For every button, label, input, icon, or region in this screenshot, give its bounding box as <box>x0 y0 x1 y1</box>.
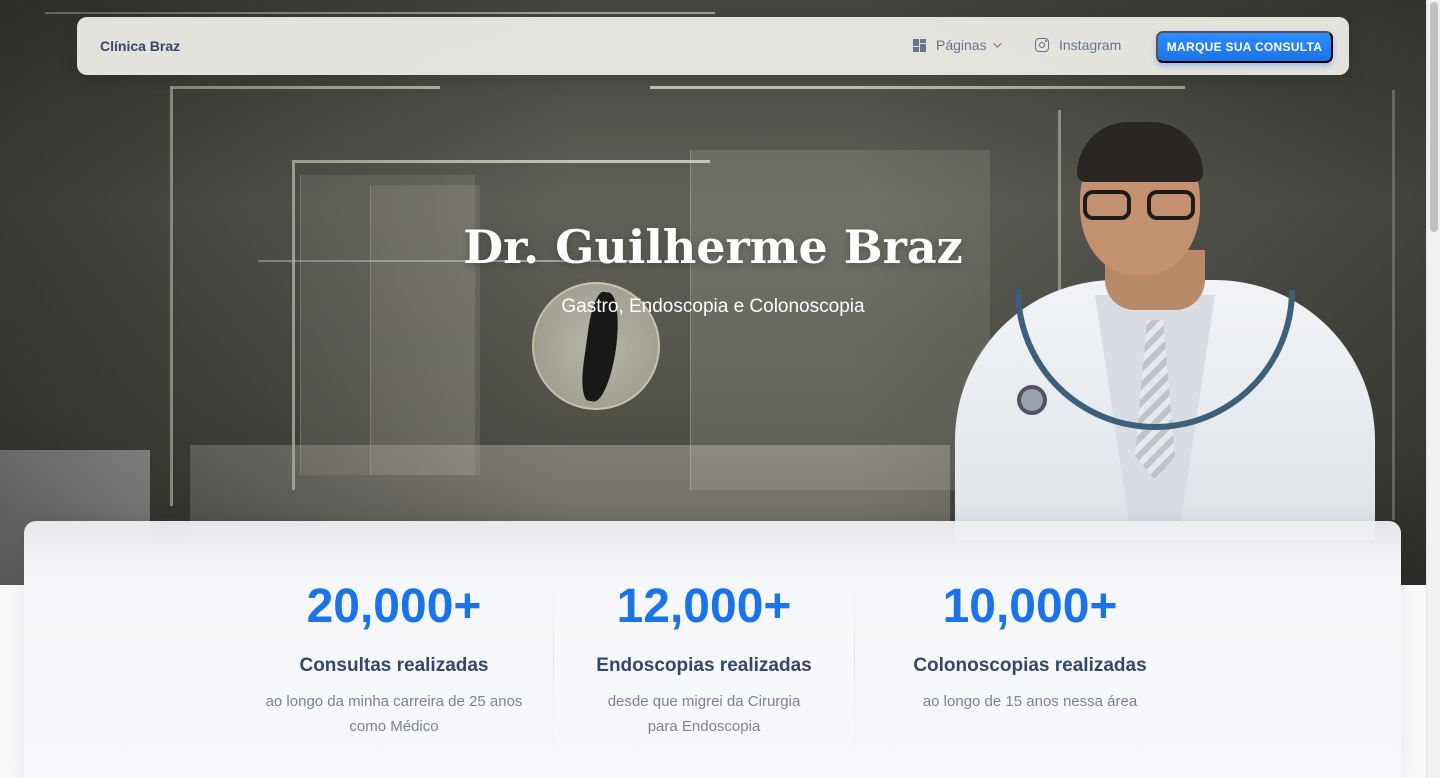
stat-value: 12,000+ <box>616 580 792 633</box>
hero-title: Dr. Guilherme Braz <box>463 220 963 274</box>
stat-label: Endoscopias realizadas <box>596 655 812 676</box>
stat-consultas: 20,000+ Consultas realizadas ao longo da… <box>256 521 532 761</box>
divider <box>854 561 855 756</box>
hero-section: Dr. Guilherme Braz Gastro, Endoscopia e … <box>0 0 1426 585</box>
stat-colonoscopias: 10,000+ Colonoscopias realizadas ao long… <box>880 521 1180 761</box>
hero-subtitle: Gastro, Endoscopia e Colonoscopia <box>561 296 865 317</box>
stats-card: 20,000+ Consultas realizadas ao longo da… <box>24 521 1401 778</box>
stat-endoscopias: 12,000+ Endoscopias realizadas desde que… <box>569 521 839 761</box>
stat-value: 10,000+ <box>942 580 1118 633</box>
nav-instagram-link[interactable]: Instagram <box>1035 37 1121 53</box>
stat-value: 20,000+ <box>306 580 482 633</box>
book-appointment-button[interactable]: MARQUE SUA CONSULTA <box>1156 31 1333 63</box>
nav-paginas-label: Páginas <box>936 37 987 53</box>
scrollbar-thumb[interactable] <box>1430 2 1438 232</box>
stat-label: Consultas realizadas <box>299 655 489 676</box>
grid-icon <box>913 38 926 52</box>
page-scrollbar[interactable] <box>1426 0 1440 778</box>
stat-description: ao longo da minha carreira de 25 anos co… <box>265 693 523 735</box>
stat-description: desde que migrei da Cirurgia para Endosc… <box>607 693 801 735</box>
nav-paginas-dropdown[interactable]: Páginas <box>913 37 1002 53</box>
stat-description: ao longo de 15 anos nessa área <box>922 693 1138 710</box>
navbar: Clínica Braz Páginas Instagram MARQUE SU… <box>77 17 1349 75</box>
doctor-portrait <box>955 120 1375 540</box>
brand-link[interactable]: Clínica Braz <box>100 38 180 54</box>
divider <box>553 561 554 756</box>
instagram-icon <box>1035 38 1049 52</box>
nav-instagram-label: Instagram <box>1059 37 1122 53</box>
chevron-down-icon <box>992 39 1002 48</box>
stat-label: Colonoscopias realizadas <box>913 655 1147 676</box>
